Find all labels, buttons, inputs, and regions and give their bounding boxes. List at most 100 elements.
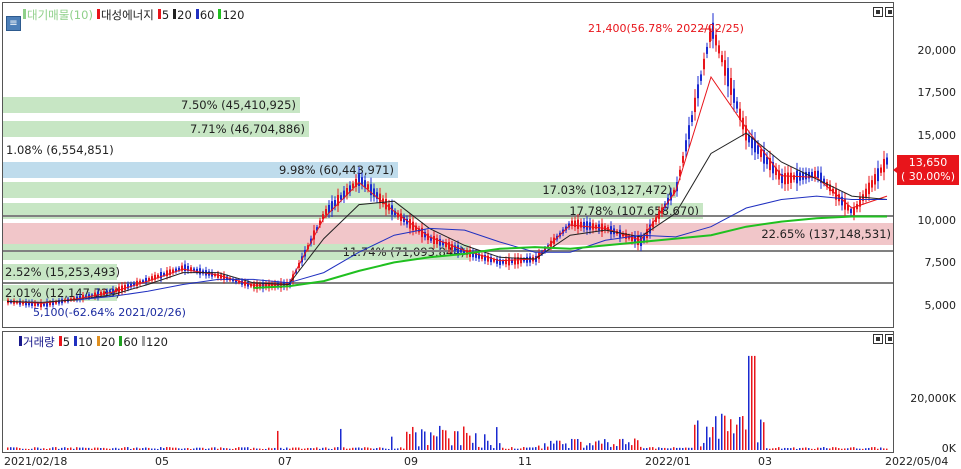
legend-label: 60 [123,335,138,349]
candle [754,131,756,160]
volume-bar [43,448,45,450]
volume-bar [586,445,588,450]
volume-bar [274,447,276,450]
volume-bar [730,419,732,450]
panel-minimize-icon[interactable] [873,7,883,17]
volume-bar [76,447,78,450]
candle [718,40,720,59]
volume-legend-item[interactable]: 5 [58,335,70,349]
volume-bar [886,448,888,450]
panel-maximize-icon[interactable] [885,7,893,17]
volume-bar [208,448,210,450]
volume-bar [301,448,303,450]
chart-menu-icon[interactable]: ≡ [6,16,21,31]
candle [139,278,141,287]
candle [787,165,789,191]
volume-bar [775,448,777,450]
volume-bar [175,447,177,450]
volume-bar [364,447,366,450]
volume-bar [241,447,243,450]
price-legend-item[interactable]: 대성에너지 [96,7,154,23]
volume-bar [610,446,612,450]
volume-bar [235,448,237,450]
candle [874,167,876,191]
legend-label: 120 [222,8,245,22]
volume-bar [877,448,879,450]
volume-bar [223,448,225,450]
volume-bar [535,447,537,450]
ma-60-line [77,195,887,301]
volume-bar [862,448,864,450]
volume-bar [469,435,471,450]
candle [370,177,372,202]
volume-bar [409,434,411,450]
volume-legend-item[interactable]: 10 [74,335,93,349]
volume-bar [742,416,744,450]
volume-bar [403,448,405,450]
volume-minimize-icon[interactable] [873,334,883,344]
price-panel[interactable]: ≡ 대기매물(10) 대성에너지 5 20 60 120 7.50% (45,410,92… [2,2,894,328]
volume-bar [868,447,870,450]
volume-bar [337,447,339,450]
volume-bar [643,448,645,450]
candle [784,166,786,191]
volume-panel[interactable]: 거래량 5 10 20 60 120 [2,331,894,453]
volume-bar [397,448,399,450]
volume-bar [826,448,828,450]
volume-bar [520,448,522,450]
volume-bar [814,448,816,450]
volume-bar [433,435,435,450]
current-price: 13,650 [908,156,948,169]
volume-bar [187,447,189,450]
legend-swatch [96,336,100,346]
candle [490,253,492,266]
volume-bar [841,448,843,450]
high-annotation: 21,400(56.78% 2022/02/25) [588,22,744,35]
volume-bar [379,447,381,450]
volume-bar [217,448,219,450]
volume-bar [568,447,570,450]
candle [484,251,486,265]
volume-tick-label: 0K [941,442,956,455]
volume-bar [757,442,759,450]
volume-bar [259,448,261,450]
volume-bar [262,448,264,450]
volume-legend-item[interactable]: 20 [96,335,115,349]
volume-bar [319,448,321,450]
price-tick-label: 15,000 [917,128,957,142]
volume-bar [481,447,483,450]
candle [262,279,264,293]
candle [379,187,381,209]
price-legend-item[interactable]: 20 [173,8,192,22]
volume-bar [526,447,528,450]
volume-legend-item[interactable]: 거래량 [19,334,55,350]
volume-bar [130,448,132,450]
volume-chart-canvas[interactable] [3,332,894,453]
volume-legend-item[interactable]: 60 [119,335,138,349]
volume-bar [754,355,756,450]
legend-swatch [195,9,199,19]
candle [703,52,705,76]
candle [130,281,132,290]
volume-bar [838,448,840,450]
candle [175,266,177,274]
price-legend-item[interactable]: 120 [218,8,244,22]
volume-bar [277,430,279,450]
price-legend-item[interactable]: 5 [157,8,169,22]
volume-bar [745,429,747,450]
volume-maximize-icon[interactable] [885,334,893,344]
price-legend-item[interactable]: 60 [195,8,214,22]
volume-bar [478,446,480,450]
candle [55,299,57,306]
volume-bar [679,447,681,450]
volume-bar [145,447,147,450]
volume-bar [445,430,447,450]
volume-legend-item[interactable]: 120 [142,335,168,349]
volume-bar [154,448,156,450]
price-legend-item[interactable]: 대기매물(10) [23,7,93,23]
candle [514,253,516,269]
volume-bar [256,448,258,450]
price-chart-canvas[interactable] [3,3,894,328]
volume-bar [310,448,312,450]
volume-bar [514,448,516,450]
